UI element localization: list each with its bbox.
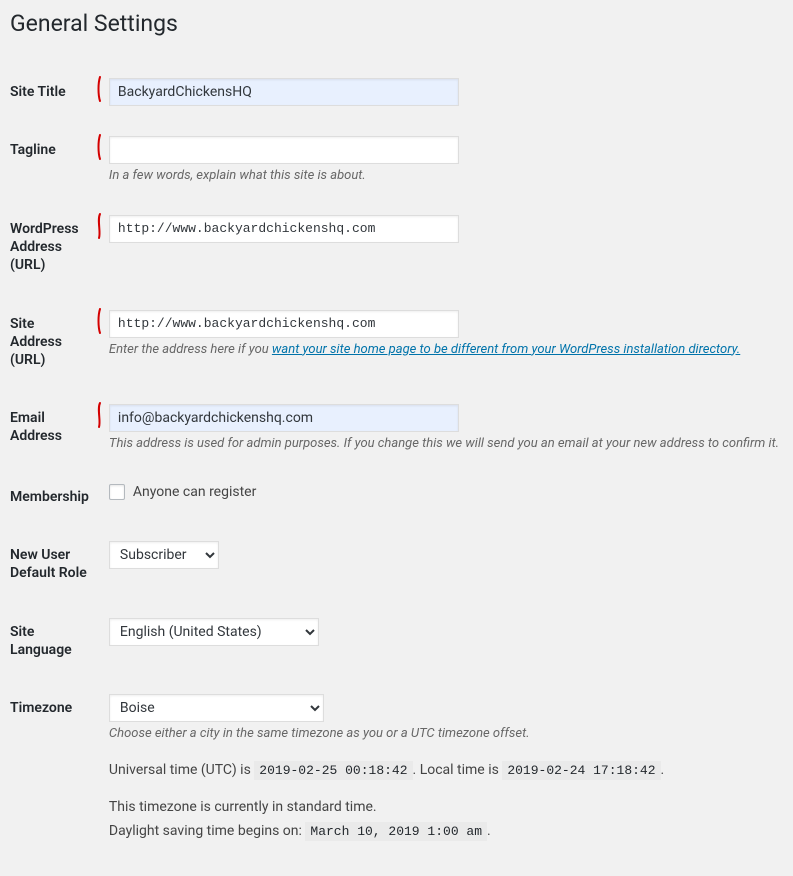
page-title: General Settings — [10, 0, 773, 43]
utc-time-value: 2019-02-25 00:18:42 — [254, 761, 412, 780]
local-time-value: 2019-02-24 17:18:42 — [502, 761, 660, 780]
timezone-dst-info: Daylight saving time begins on: March 10… — [109, 822, 779, 841]
tagline-label: Tagline — [10, 121, 99, 200]
membership-checkbox-label[interactable]: Anyone can register — [109, 483, 256, 501]
site-address-help-link[interactable]: want your site home page to be different… — [272, 342, 740, 357]
membership-checkbox-text: Anyone can register — [133, 483, 256, 501]
settings-form-table: Site Title Tagline In a few words, expla… — [10, 63, 789, 856]
site-address-label: Site Address (URL) — [10, 295, 99, 390]
timezone-select[interactable]: Boise — [109, 694, 324, 722]
timezone-utc-info: Universal time (UTC) is 2019-02-25 00:18… — [109, 761, 779, 780]
timezone-standard-note: This timezone is currently in standard t… — [109, 798, 779, 816]
tagline-description: In a few words, explain what this site i… — [109, 168, 779, 185]
wp-address-input[interactable] — [109, 215, 459, 243]
timezone-description: Choose either a city in the same timezon… — [109, 726, 779, 743]
site-title-input[interactable] — [109, 78, 459, 106]
wp-address-label: WordPress Address (URL) — [10, 200, 99, 295]
site-title-label: Site Title — [10, 63, 99, 121]
dst-time-value: March 10, 2019 1:00 am — [305, 822, 487, 841]
email-description: This address is used for admin purposes.… — [109, 436, 779, 453]
default-role-label: New User Default Role — [10, 526, 99, 602]
site-address-description: Enter the address here if you want your … — [109, 342, 779, 359]
timezone-label: Timezone — [10, 679, 99, 856]
site-address-input[interactable] — [109, 310, 459, 338]
tagline-input[interactable] — [109, 136, 459, 164]
site-language-select[interactable]: English (United States) — [109, 618, 319, 646]
membership-checkbox[interactable] — [109, 484, 125, 500]
membership-label: Membership — [10, 468, 99, 526]
site-language-label: Site Language — [10, 603, 99, 679]
email-label: Email Address — [10, 389, 99, 468]
email-input[interactable] — [109, 404, 459, 432]
default-role-select[interactable]: Subscriber — [109, 541, 219, 569]
